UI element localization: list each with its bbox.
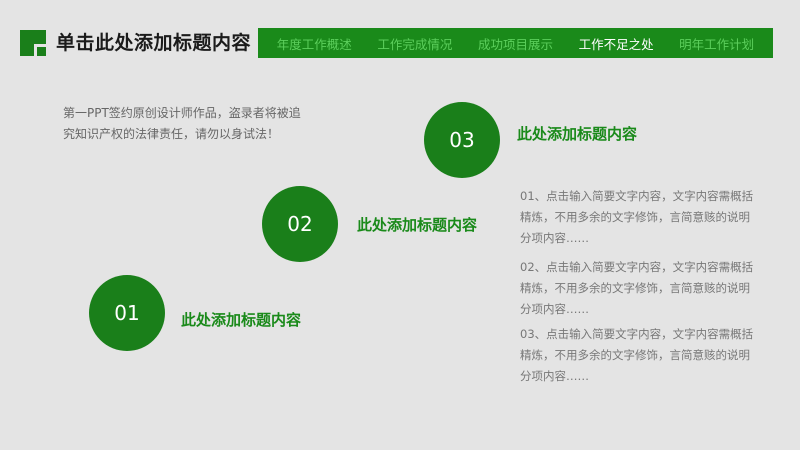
- nav-item-completion[interactable]: 工作完成情况: [377, 34, 452, 53]
- step-circle-02: 02: [262, 186, 338, 262]
- nav-item-shortcomings[interactable]: 工作不足之处: [579, 34, 654, 53]
- step-title-03: 此处添加标题内容: [517, 125, 638, 143]
- step-title-01: 此处添加标题内容: [181, 311, 302, 329]
- top-nav: 年度工作概述 工作完成情况 成功项目展示 工作不足之处 明年工作计划: [258, 28, 773, 58]
- step-circle-03: 03: [424, 102, 500, 178]
- step-title-02: 此处添加标题内容: [357, 216, 478, 234]
- nav-item-next-year-plan[interactable]: 明年工作计划: [679, 34, 754, 53]
- description-03: 03、点击输入简要文字内容，文字内容需概括精炼，不用多余的文字修饰，言简意赅的说…: [520, 327, 754, 383]
- nav-item-projects[interactable]: 成功项目展示: [478, 34, 553, 53]
- description-02: 02、点击输入简要文字内容，文字内容需概括精炼，不用多余的文字修饰，言简意赅的说…: [520, 260, 754, 316]
- nav-item-overview[interactable]: 年度工作概述: [277, 34, 352, 53]
- step-circle-01: 01: [89, 275, 165, 351]
- intro-text: 第一PPT签约原创设计师作品，盗录者将被追究知识产权的法律责任，请勿以身试法！: [63, 106, 301, 141]
- logo-small-square: [37, 47, 46, 56]
- logo-icon: [20, 30, 46, 56]
- page-title: 单击此处添加标题内容: [56, 32, 252, 54]
- description-01: 01、点击输入简要文字内容，文字内容需概括精炼，不用多余的文字修饰，言简意赅的说…: [520, 189, 754, 245]
